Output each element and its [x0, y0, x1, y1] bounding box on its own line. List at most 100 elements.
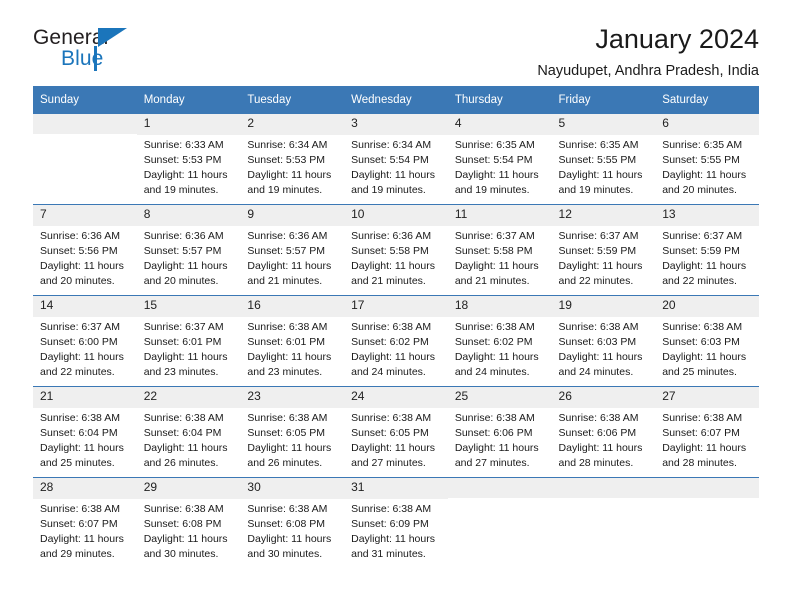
day-number: 2	[240, 114, 345, 135]
sunset-text: Sunset: 5:58 PM	[351, 244, 429, 257]
day-number: 22	[136, 387, 241, 408]
calendar-day-cell[interactable]: 10 Sunrise: 6:36 AM Sunset: 5:58 PM Dayligh…	[344, 204, 448, 296]
day-details: Sunrise: 6:38 AM Sunset: 6:05 PM Daylight:…	[344, 408, 448, 471]
day-number: 26	[551, 387, 656, 408]
calendar-day-cell[interactable]: 9 Sunrise: 6:36 AM Sunset: 5:57 PM Daylight…	[240, 204, 345, 296]
day-number: 8	[136, 205, 241, 226]
calendar-day-cell[interactable]: 27 Sunrise: 6:38 AM Sunset: 6:07 PM Dayligh…	[655, 386, 759, 478]
daylight-text-line1: Daylight: 11 hours	[143, 441, 228, 454]
logo-text-blue: Blue	[61, 47, 104, 70]
day-details: Sunrise: 6:37 AM Sunset: 5:59 PM Daylight:…	[655, 226, 759, 289]
calendar-day-cell[interactable]: 20 Sunrise: 6:38 AM Sunset: 6:03 PM Dayligh…	[655, 295, 759, 387]
sunrise-text: Sunrise: 6:38 AM	[247, 320, 328, 333]
sunset-text: Sunset: 6:07 PM	[40, 517, 118, 530]
sunrise-text: Sunrise: 6:38 AM	[40, 411, 120, 424]
logo-triangle-icon	[98, 28, 127, 47]
daylight-text-line2: and 27 minutes.	[351, 456, 426, 469]
day-number: 24	[344, 387, 448, 408]
calendar-day-cell-empty	[655, 477, 759, 568]
sunrise-text: Sunrise: 6:33 AM	[143, 138, 224, 151]
sunset-text: Sunset: 5:58 PM	[454, 244, 533, 257]
day-details: Sunrise: 6:37 AM Sunset: 5:58 PM Daylight:…	[448, 226, 552, 289]
day-details: Sunrise: 6:38 AM Sunset: 6:06 PM Daylight:…	[448, 408, 552, 471]
general-blue-logo[interactable]: General Blue	[33, 24, 163, 72]
daylight-text-line1: Daylight: 11 hours	[662, 350, 747, 363]
daylight-text-line1: Daylight: 11 hours	[351, 259, 435, 272]
day-number: 7	[33, 205, 137, 226]
daylight-text-line2: and 19 minutes.	[558, 183, 634, 196]
day-details: Sunrise: 6:38 AM Sunset: 6:08 PM Daylight:…	[137, 499, 241, 562]
day-details: Sunrise: 6:38 AM Sunset: 6:04 PM Daylight:…	[33, 408, 137, 471]
daylight-text-line2: and 19 minutes.	[454, 183, 530, 196]
day-details: Sunrise: 6:38 AM Sunset: 6:04 PM Daylight:…	[137, 408, 241, 471]
calendar-day-cell[interactable]: 23 Sunrise: 6:38 AM Sunset: 6:05 PM Dayligh…	[240, 386, 345, 478]
day-number: 25	[447, 387, 552, 408]
daylight-text-line1: Daylight: 11 hours	[247, 441, 332, 454]
calendar-day-cell[interactable]: 6 Sunrise: 6:35 AM Sunset: 5:55 PM Daylight…	[655, 113, 759, 205]
sunset-text: Sunset: 5:53 PM	[247, 153, 326, 166]
calendar-day-cell[interactable]: 31 Sunrise: 6:38 AM Sunset: 6:09 PM Dayligh…	[344, 477, 448, 568]
calendar-day-cell[interactable]: 12 Sunrise: 6:37 AM Sunset: 5:59 PM Dayligh…	[551, 204, 656, 296]
calendar-day-cell[interactable]: 16 Sunrise: 6:38 AM Sunset: 6:01 PM Dayligh…	[240, 295, 345, 387]
calendar-day-cell[interactable]: 8 Sunrise: 6:36 AM Sunset: 5:57 PM Daylight…	[136, 204, 241, 296]
calendar-day-cell[interactable]: 11 Sunrise: 6:37 AM Sunset: 5:58 PM Dayligh…	[447, 204, 552, 296]
daylight-text-line2: and 28 minutes.	[662, 456, 737, 469]
calendar-day-cell[interactable]: 19 Sunrise: 6:38 AM Sunset: 6:03 PM Dayligh…	[551, 295, 656, 387]
calendar-day-cell[interactable]: 22 Sunrise: 6:38 AM Sunset: 6:04 PM Dayligh…	[136, 386, 241, 478]
calendar-grid: Sunday Monday Tuesday Wednesday Thursday Frid…	[33, 86, 759, 568]
calendar-day-cell[interactable]: 14 Sunrise: 6:37 AM Sunset: 6:00 PM Dayligh…	[33, 295, 137, 387]
sunset-text: Sunset: 6:04 PM	[143, 426, 222, 439]
sunset-text: Sunset: 6:00 PM	[40, 335, 118, 348]
daylight-text-line1: Daylight: 11 hours	[558, 168, 643, 181]
daylight-text-line2: and 21 minutes.	[247, 274, 323, 287]
calendar-day-cell[interactable]: 13 Sunrise: 6:37 AM Sunset: 5:59 PM Dayligh…	[655, 204, 759, 296]
daylight-text-line2: and 25 minutes.	[662, 365, 737, 378]
daylight-text-line1: Daylight: 11 hours	[662, 168, 747, 181]
calendar-day-cell[interactable]: 28 Sunrise: 6:38 AM Sunset: 6:07 PM Dayligh…	[33, 477, 137, 568]
day-number: 6	[655, 114, 759, 135]
sunrise-text: Sunrise: 6:35 AM	[662, 138, 743, 151]
calendar-day-cell[interactable]: 1 Sunrise: 6:33 AM Sunset: 5:53 PM Daylight…	[136, 113, 241, 205]
calendar-body: 1 Sunrise: 6:33 AM Sunset: 5:53 PM Daylight…	[33, 113, 759, 568]
daylight-text-line1: Daylight: 11 hours	[247, 532, 332, 545]
calendar-day-cell[interactable]: 30 Sunrise: 6:38 AM Sunset: 6:08 PM Dayligh…	[240, 477, 345, 568]
sunrise-text: Sunrise: 6:37 AM	[662, 229, 743, 242]
calendar-day-cell[interactable]: 2 Sunrise: 6:34 AM Sunset: 5:53 PM Daylight…	[240, 113, 345, 205]
weekday-header-sunday: Sunday	[33, 86, 137, 114]
sunrise-text: Sunrise: 6:35 AM	[558, 138, 639, 151]
calendar-day-cell[interactable]: 21 Sunrise: 6:38 AM Sunset: 6:04 PM Dayligh…	[33, 386, 137, 478]
daylight-text-line1: Daylight: 11 hours	[143, 259, 228, 272]
sunset-text: Sunset: 5:53 PM	[143, 153, 222, 166]
daylight-text-line1: Daylight: 11 hours	[558, 259, 643, 272]
day-details: Sunrise: 6:38 AM Sunset: 6:09 PM Daylight:…	[344, 499, 448, 562]
day-details: Sunrise: 6:36 AM Sunset: 5:57 PM Daylight:…	[137, 226, 241, 289]
calendar-day-cell[interactable]: 3 Sunrise: 6:34 AM Sunset: 5:54 PM Daylight…	[344, 113, 448, 205]
sunrise-text: Sunrise: 6:35 AM	[454, 138, 535, 151]
day-number: 30	[240, 478, 345, 499]
calendar-day-cell[interactable]: 5 Sunrise: 6:35 AM Sunset: 5:55 PM Daylight…	[551, 113, 656, 205]
sunrise-text: Sunrise: 6:37 AM	[40, 320, 120, 333]
calendar-day-cell[interactable]: 17 Sunrise: 6:38 AM Sunset: 6:02 PM Dayligh…	[344, 295, 448, 387]
calendar-day-cell[interactable]: 29 Sunrise: 6:38 AM Sunset: 6:08 PM Dayligh…	[136, 477, 241, 568]
sunset-text: Sunset: 6:02 PM	[454, 335, 533, 348]
daylight-text-line2: and 22 minutes.	[40, 365, 115, 378]
daylight-text-line2: and 22 minutes.	[558, 274, 634, 287]
calendar-day-cell[interactable]: 7 Sunrise: 6:36 AM Sunset: 5:56 PM Daylight…	[33, 204, 137, 296]
calendar-day-cell[interactable]: 24 Sunrise: 6:38 AM Sunset: 6:05 PM Dayligh…	[344, 386, 448, 478]
day-details: Sunrise: 6:38 AM Sunset: 6:03 PM Daylight:…	[552, 317, 656, 380]
calendar-page: General Blue January 2024 Nayudupet, And…	[0, 0, 792, 612]
day-details: Sunrise: 6:36 AM Sunset: 5:57 PM Daylight:…	[240, 226, 344, 289]
calendar-day-cell-empty	[551, 477, 656, 568]
calendar-day-cell[interactable]: 4 Sunrise: 6:35 AM Sunset: 5:54 PM Daylight…	[447, 113, 552, 205]
daylight-text-line2: and 19 minutes.	[143, 183, 219, 196]
calendar-day-cell[interactable]: 25 Sunrise: 6:38 AM Sunset: 6:06 PM Dayligh…	[447, 386, 552, 478]
sunset-text: Sunset: 6:03 PM	[558, 335, 637, 348]
sunset-text: Sunset: 5:54 PM	[454, 153, 533, 166]
sunset-text: Sunset: 6:05 PM	[247, 426, 326, 439]
calendar-day-cell[interactable]: 18 Sunrise: 6:38 AM Sunset: 6:02 PM Dayligh…	[447, 295, 552, 387]
calendar-day-cell[interactable]: 26 Sunrise: 6:38 AM Sunset: 6:06 PM Dayligh…	[551, 386, 656, 478]
day-details: Sunrise: 6:37 AM Sunset: 6:00 PM Daylight:…	[33, 317, 137, 380]
calendar-day-cell[interactable]: 15 Sunrise: 6:37 AM Sunset: 6:01 PM Dayligh…	[136, 295, 241, 387]
day-number	[655, 478, 759, 498]
sunrise-text: Sunrise: 6:38 AM	[662, 320, 743, 333]
